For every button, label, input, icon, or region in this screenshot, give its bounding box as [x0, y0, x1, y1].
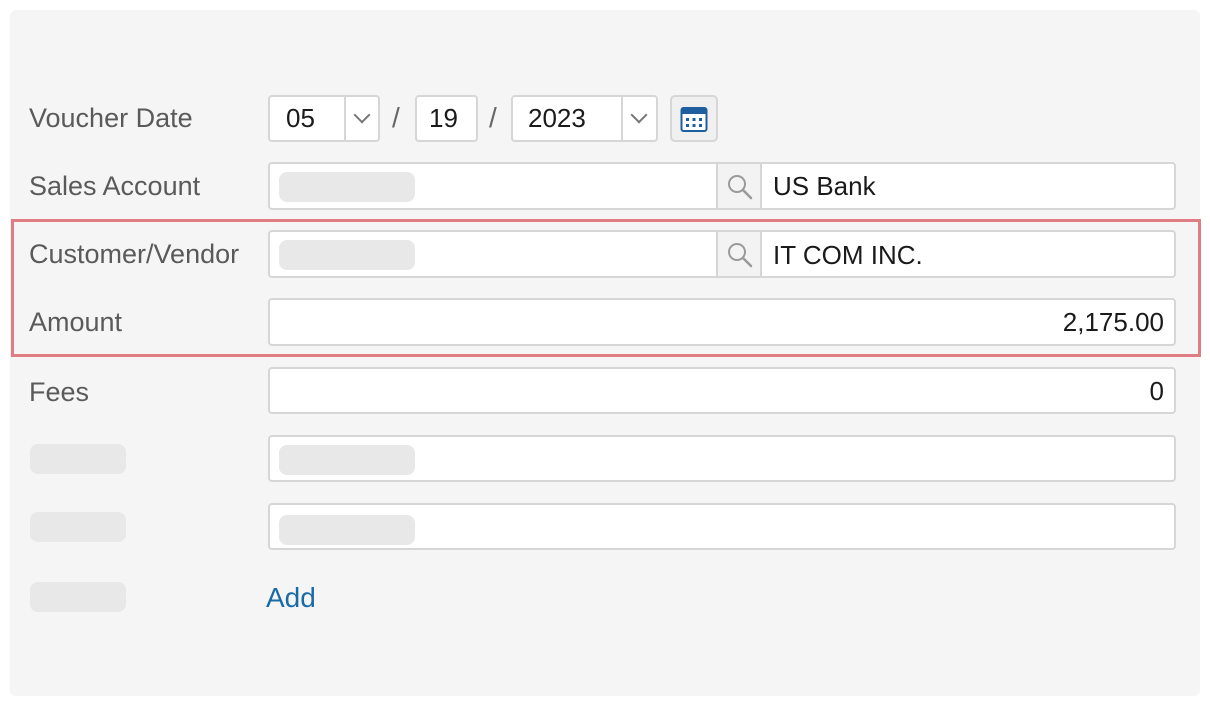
year-select[interactable]: 2023 [511, 95, 658, 142]
redacted-value [279, 515, 415, 545]
date-separator: / [392, 102, 400, 133]
day-input[interactable]: 19 [415, 95, 478, 142]
redacted-field[interactable] [268, 503, 1176, 550]
chevron-down-icon [630, 106, 648, 124]
highlight-box [11, 219, 1201, 357]
redacted-label [30, 444, 126, 474]
sales-account-name: US Bank [773, 171, 876, 201]
month-value: 05 [286, 103, 315, 133]
sales-account-search-button[interactable] [716, 164, 762, 208]
fees-value: 0 [1149, 376, 1164, 406]
fees-input[interactable]: 0 [268, 367, 1176, 414]
sales-account-field[interactable]: US Bank [268, 162, 1176, 210]
month-select[interactable]: 05 [268, 95, 380, 142]
sales-account-label: Sales Account [29, 171, 201, 201]
day-value: 19 [429, 103, 458, 133]
add-link[interactable]: Add [266, 580, 316, 616]
fees-label: Fees [29, 377, 90, 407]
redacted-value [279, 445, 415, 475]
redacted-label [30, 582, 126, 612]
redacted-field[interactable] [268, 435, 1176, 482]
voucher-date-label: Voucher Date [29, 103, 193, 133]
redacted-label [30, 512, 126, 542]
date-separator: / [489, 102, 497, 133]
calendar-icon [680, 107, 708, 132]
search-icon [728, 175, 753, 200]
redacted-code [279, 172, 415, 202]
chevron-down-icon [353, 106, 371, 124]
year-value: 2023 [528, 103, 586, 133]
calendar-button[interactable] [670, 95, 718, 142]
